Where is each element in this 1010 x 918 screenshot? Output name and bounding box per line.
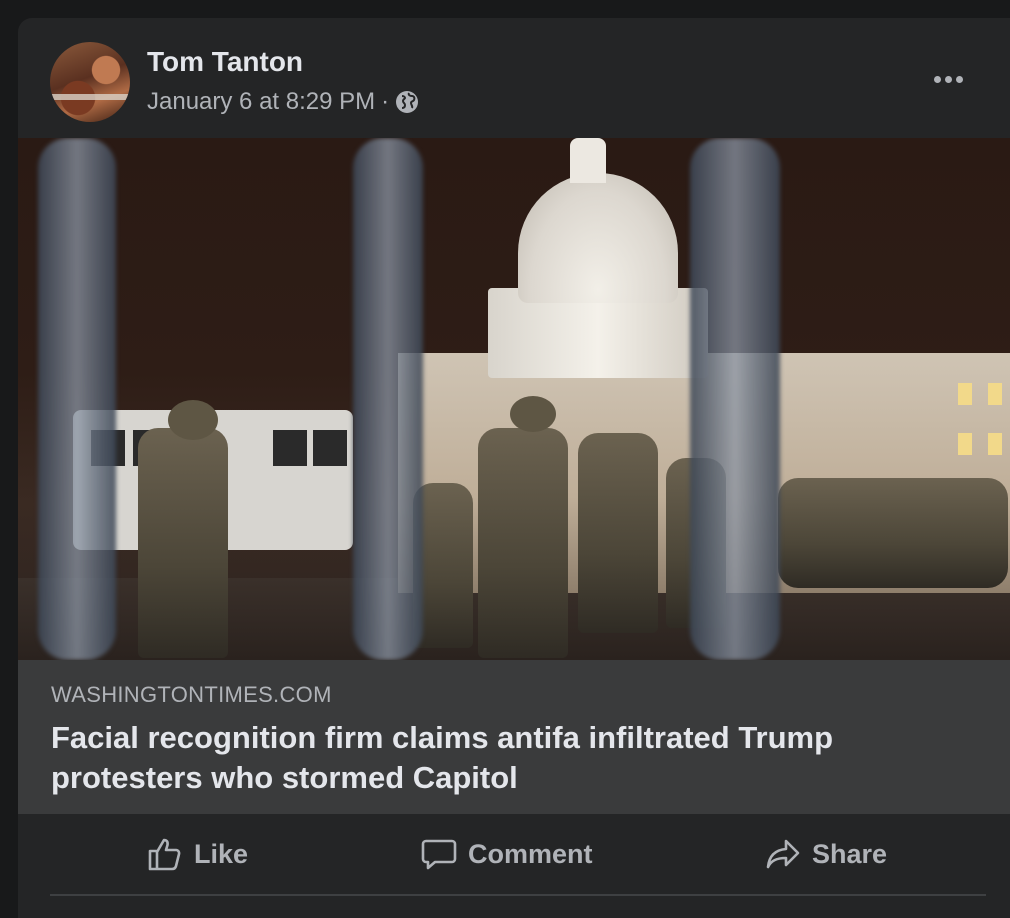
dot <box>955 75 963 83</box>
soldier <box>578 433 658 633</box>
post-actions: Like Comment Share <box>18 814 1010 894</box>
author-name[interactable]: Tom Tanton <box>147 46 303 78</box>
post-meta: January 6 at 8:29 PM · <box>147 88 419 116</box>
post-timestamp[interactable]: January 6 at 8:29 PM <box>147 88 375 116</box>
bus-window <box>313 430 347 466</box>
window <box>958 383 972 405</box>
actions-divider <box>50 894 986 896</box>
meta-separator: · <box>381 88 390 115</box>
post-image[interactable] <box>18 138 1010 660</box>
capitol-lantern <box>570 138 606 183</box>
share-label: Share <box>812 838 888 869</box>
dot <box>944 75 952 83</box>
comment-label: Comment <box>468 838 593 869</box>
soldier <box>478 428 568 658</box>
more-options-icon[interactable] <box>928 64 968 94</box>
comment-icon <box>421 839 457 870</box>
globe-icon[interactable] <box>395 90 419 114</box>
soldier-helmet <box>168 400 218 440</box>
post-header: Tom Tanton January 6 at 8:29 PM · <box>18 18 1010 138</box>
comment-button[interactable]: Comment <box>420 834 593 874</box>
fence-bar <box>353 138 423 660</box>
link-headline[interactable]: Facial recognition firm claims antifa in… <box>51 718 951 798</box>
link-domain: WASHINGTONTIMES.COM <box>51 682 332 707</box>
window <box>958 433 972 455</box>
share-button[interactable]: Share <box>764 834 887 874</box>
capitol-dome <box>518 173 678 303</box>
dot <box>933 75 941 83</box>
like-label: Like <box>194 838 249 869</box>
window <box>988 383 1002 405</box>
soldier <box>138 428 228 658</box>
thumbs-up-icon <box>148 838 181 871</box>
window <box>988 433 1002 455</box>
avatar[interactable] <box>50 42 130 122</box>
like-button[interactable]: Like <box>146 834 248 874</box>
fence-bar <box>690 138 780 660</box>
link-preview[interactable]: WASHINGTONTIMES.COM Facial recognition f… <box>18 660 1010 814</box>
share-icon <box>766 839 800 869</box>
bus-window <box>273 430 307 466</box>
fence-bar <box>38 138 116 660</box>
soldier-group <box>778 478 1008 588</box>
post-card: Tom Tanton January 6 at 8:29 PM · WASHIN… <box>18 18 1010 918</box>
soldier-helmet <box>510 396 556 432</box>
